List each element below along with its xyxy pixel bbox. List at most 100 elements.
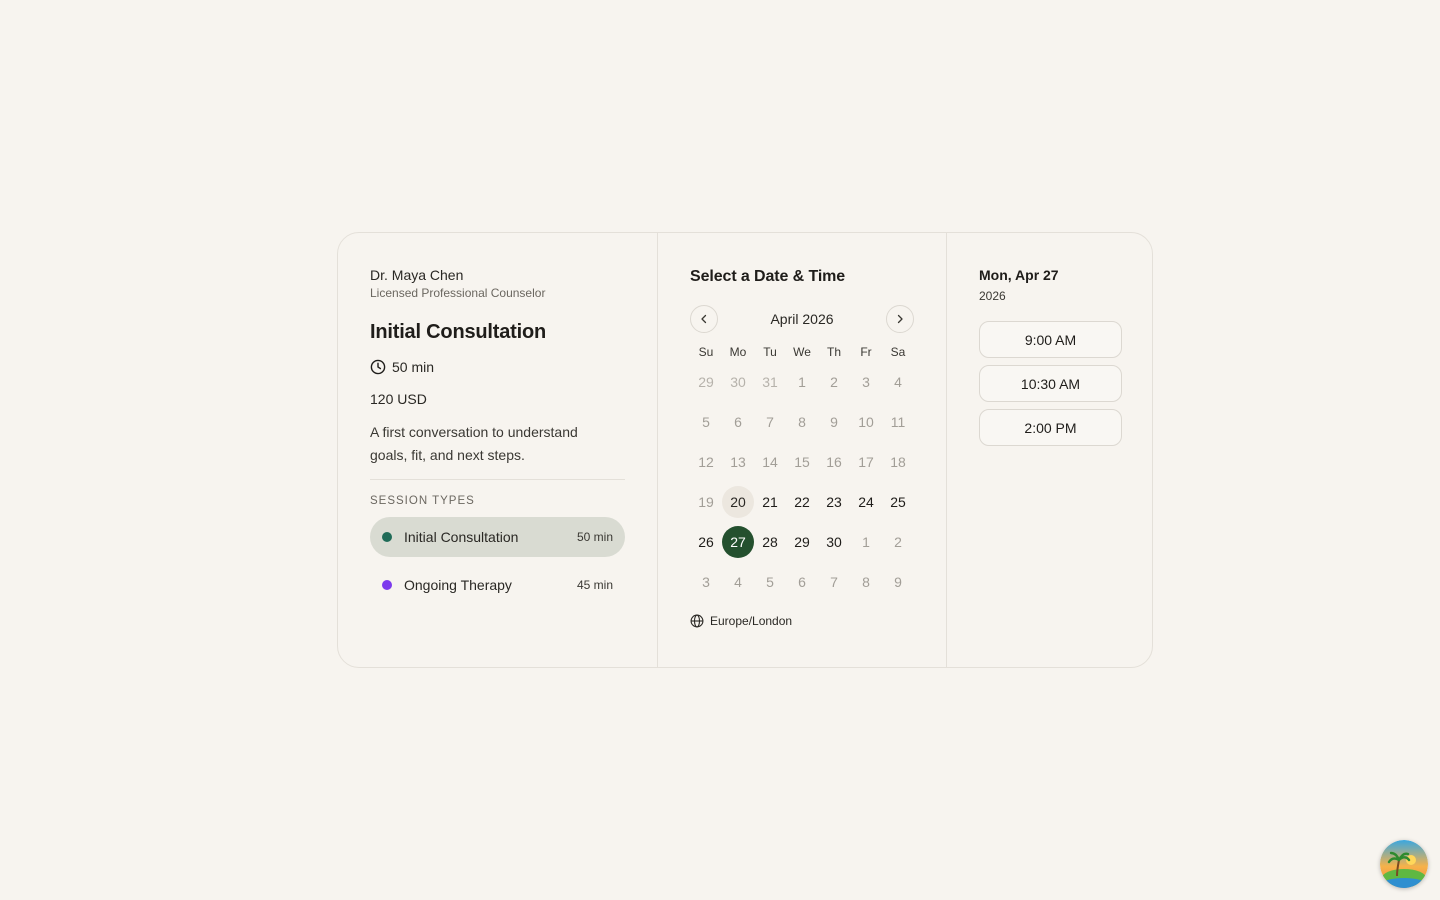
calendar-day-number: 1 [798, 374, 806, 390]
calendar-day[interactable]: 24 [850, 482, 882, 522]
event-duration: 50 min [370, 357, 625, 377]
user-avatar[interactable] [1380, 840, 1428, 888]
prev-month-button[interactable] [690, 305, 718, 333]
weekday-label: Fr [860, 345, 872, 359]
calendar-day-number: 3 [702, 574, 710, 590]
calendar-day: 18 [882, 442, 914, 482]
chevron-right-icon [897, 314, 903, 324]
calendar-panel: Select a Date & Time April 2026 Su Mo Tu We… [658, 233, 947, 667]
calendar-grid: 29 30 31 1 2 3 4 5 6 7 8 9 10 11 12 13 14 15 16 17 18 19 20 21 2… [690, 362, 914, 602]
calendar-day-number: 6 [798, 574, 806, 590]
calendar-day[interactable]: 22 [786, 482, 818, 522]
selected-date: Mon, Apr 27 [979, 267, 1059, 283]
calendar-day: 15 [786, 442, 818, 482]
calendar-day-number: 5 [702, 414, 710, 430]
calendar-heading: Select a Date & Time [690, 268, 846, 285]
calendar-day-number: 23 [826, 494, 842, 510]
calendar-day: 1 [786, 362, 818, 402]
calendar-day-number: 22 [794, 494, 810, 510]
month-label: April 2026 [770, 311, 834, 327]
calendar-day: 2 [882, 522, 914, 562]
calendar-day: 1 [850, 522, 882, 562]
time-slots-panel: Mon, Apr 27 2026 9:00 AM 10:30 AM 2:00 PM [947, 233, 1152, 667]
calendar-day-number: 13 [730, 454, 746, 470]
weekday-label: Mo [729, 345, 747, 359]
session-type-list: Initial Consultation 50 min Ongoing Therap… [370, 517, 625, 605]
calendar-day: 4 [722, 562, 754, 602]
calendar-day-number: 8 [862, 574, 870, 590]
session-type-label: Initial Consultation [404, 529, 519, 545]
session-type-duration: 50 min [576, 530, 613, 544]
time-slot-list: 9:00 AM 10:30 AM 2:00 PM [979, 321, 1122, 446]
calendar-day: 30 [722, 362, 754, 402]
time-slot-button[interactable]: 9:00 AM [979, 321, 1122, 358]
calendar-day-number: 5 [766, 574, 774, 590]
next-month-button[interactable] [885, 305, 914, 333]
calendar-day-number: 15 [794, 454, 810, 470]
calendar-day: 6 [722, 402, 754, 442]
calendar-day[interactable]: 21 [754, 482, 786, 522]
island-avatar-icon [1380, 840, 1428, 888]
timezone-selector[interactable]: Europe/London [690, 614, 914, 628]
calendar-day-number: 30 [826, 534, 842, 550]
session-type-duration: 45 min [576, 578, 613, 592]
calendar-day-number: 21 [762, 494, 778, 510]
calendar-day: 20 [722, 482, 754, 522]
month-navigation: April 2026 [690, 305, 914, 333]
selected-year: 2026 [979, 289, 1006, 303]
calendar-day-number: 24 [858, 494, 874, 510]
session-type-item[interactable]: Initial Consultation 50 min [370, 517, 625, 557]
calendar-day-selected[interactable]: 27 [722, 522, 754, 562]
calendar-day-number: 1 [862, 534, 870, 550]
calendar-day-number: 19 [698, 494, 714, 510]
calendar-day: 5 [690, 402, 722, 442]
calendar-day: 7 [754, 402, 786, 442]
time-slot-button[interactable]: 10:30 AM [979, 365, 1122, 402]
calendar-day: 31 [754, 362, 786, 402]
calendar-day[interactable]: 26 [690, 522, 722, 562]
calendar-day[interactable]: 30 [818, 522, 850, 562]
calendar-day[interactable]: 29 [786, 522, 818, 562]
event-description: A first conversation to understand goals… [370, 424, 578, 463]
calendar-day: 5 [754, 562, 786, 602]
calendar-day-number: 6 [734, 414, 742, 430]
calendar-day-number: 27 [722, 526, 754, 558]
calendar-day-number: 4 [894, 374, 902, 390]
calendar-day-number: 28 [762, 534, 778, 550]
event-price: 120 USD [370, 391, 427, 407]
weekday-header: Su Mo Tu We Th Fr Sa [690, 344, 914, 360]
calendar-day-number: 3 [862, 374, 870, 390]
calendar-day: 6 [786, 562, 818, 602]
calendar-day-number: 17 [858, 454, 874, 470]
calendar-day-number: 20 [722, 486, 754, 518]
weekday-label: Sa [890, 345, 906, 359]
calendar-day-number: 9 [830, 414, 838, 430]
calendar-day[interactable]: 28 [754, 522, 786, 562]
calendar-day: 17 [850, 442, 882, 482]
calendar-day: 19 [690, 482, 722, 522]
time-slot-button[interactable]: 2:00 PM [979, 409, 1122, 446]
timezone-label: Europe/London [710, 614, 793, 628]
session-type-label: Ongoing Therapy [404, 577, 512, 593]
calendar-day-number: 16 [826, 454, 842, 470]
calendar-day-number: 8 [798, 414, 806, 430]
chevron-left-icon [701, 314, 707, 324]
globe-icon [690, 614, 704, 628]
weekday-label: Th [826, 345, 841, 359]
host-name: Dr. Maya Chen [370, 267, 464, 283]
weekday-label: Su [698, 345, 714, 359]
calendar-day-number: 30 [730, 374, 746, 390]
calendar-day: 3 [850, 362, 882, 402]
calendar-day: 12 [690, 442, 722, 482]
session-type-item[interactable]: Ongoing Therapy 45 min [370, 565, 625, 605]
calendar-day: 13 [722, 442, 754, 482]
weekday-label: We [793, 345, 811, 359]
event-details-panel: Dr. Maya Chen Licensed Professional Coun… [338, 233, 658, 667]
host-title: Licensed Professional Counselor [370, 286, 546, 300]
calendar-day[interactable]: 25 [882, 482, 914, 522]
calendar-day: 7 [818, 562, 850, 602]
calendar-day: 4 [882, 362, 914, 402]
calendar-day-number: 2 [894, 534, 902, 550]
calendar-day: 3 [690, 562, 722, 602]
calendar-day[interactable]: 23 [818, 482, 850, 522]
